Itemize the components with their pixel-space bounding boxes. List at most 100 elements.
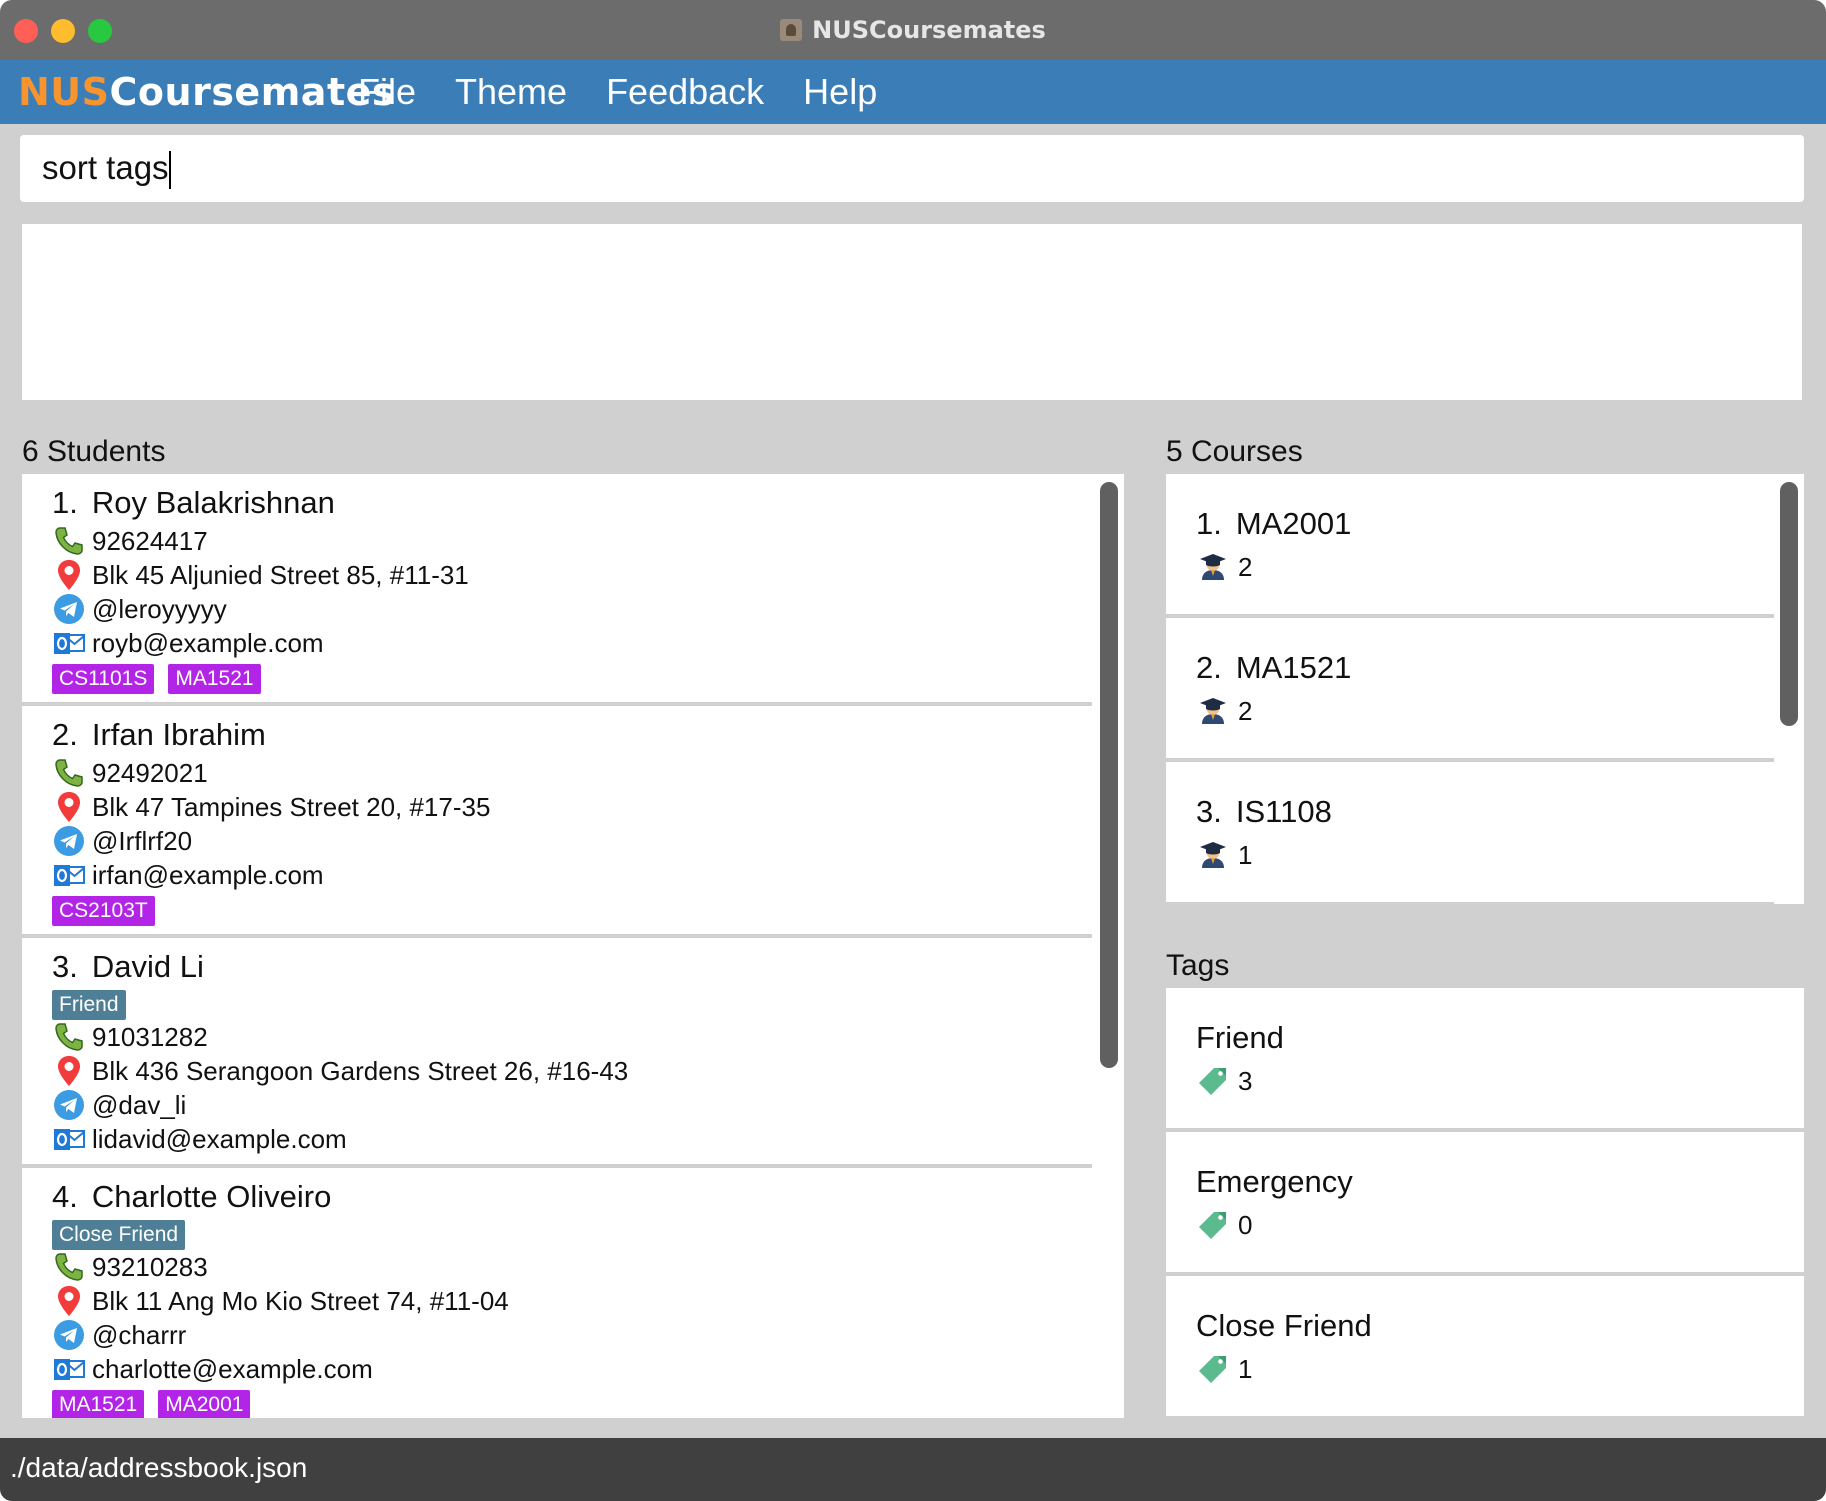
student-card[interactable]: 2. Irfan Ibrahim 92492021 Blk 47 Tampines…: [22, 706, 1092, 938]
outlook-mail-icon: [52, 1122, 86, 1156]
menu-theme[interactable]: Theme: [455, 71, 567, 113]
student-label-tags: Close Friend: [52, 1220, 1092, 1250]
window-title: NUSCoursemates: [812, 16, 1046, 44]
student-list-container: 1. Roy Balakrishnan 92624417 Blk 45 Aljun…: [22, 474, 1124, 1418]
course-card[interactable]: 1. MA2001 2: [1166, 474, 1774, 618]
student-list-scrollbar[interactable]: [1094, 474, 1124, 1418]
tag-card[interactable]: Friend 3: [1166, 988, 1804, 1132]
tag-icon: [1196, 1208, 1230, 1242]
student-phone: 92492021: [92, 757, 208, 788]
telegram-icon: [52, 824, 86, 858]
student-label-tags: Friend: [52, 990, 1092, 1020]
student-card[interactable]: 4. Charlotte Oliveiro Close Friend 932102…: [22, 1168, 1092, 1418]
student-phone-row: 92624417: [52, 524, 1092, 558]
student-phone: 91031282: [92, 1021, 208, 1052]
student-course-tag: MA1521: [52, 1390, 145, 1418]
tag-name: Emergency: [1196, 1164, 1353, 1199]
minimize-window-button[interactable]: [51, 19, 75, 43]
phone-icon: [52, 756, 86, 790]
student-address: Blk 436 Serangoon Gardens Street 26, #16…: [92, 1055, 629, 1086]
student-label-tag: Close Friend: [52, 1220, 186, 1250]
course-code: IS1108: [1235, 794, 1332, 829]
course-list-scroll-thumb[interactable]: [1780, 482, 1798, 726]
student-card[interactable]: 3. David Li Friend 91031282 Blk 436 Seran…: [22, 938, 1092, 1168]
course-list-container: 1. MA2001 2 2. MA1521 2 3. IS1108 1: [1166, 474, 1804, 904]
tag-name: Friend: [1196, 1020, 1284, 1055]
close-window-button[interactable]: [14, 19, 38, 43]
menu-bar: NUSCoursemates File Theme Feedback Help: [0, 60, 1826, 124]
student-course-tag: CS1101S: [52, 664, 155, 694]
telegram-icon: [52, 1088, 86, 1122]
telegram-icon: [52, 1318, 86, 1352]
courses-header: 5 Courses: [1166, 435, 1303, 468]
tag-name: Close Friend: [1196, 1308, 1372, 1343]
student-list-scroll-thumb[interactable]: [1100, 482, 1118, 1068]
student-email: charlotte@example.com: [92, 1353, 373, 1384]
student-list[interactable]: 1. Roy Balakrishnan 92624417 Blk 45 Aljun…: [22, 474, 1124, 1418]
student-name: Roy Balakrishnan: [91, 485, 335, 520]
brand-part-2: Coursemates: [109, 70, 396, 114]
tags-header: Tags: [1166, 949, 1230, 982]
tag-list-container: Friend 3 Emergency 0 Close Friend 1: [1166, 988, 1804, 1418]
student-telegram-row: @Irflrf20: [52, 824, 1092, 858]
menu-help[interactable]: Help: [803, 71, 877, 113]
student-email-row: royb@example.com: [52, 626, 1092, 660]
command-input[interactable]: sort tags: [20, 135, 1804, 202]
student-address-row: Blk 47 Tampines Street 20, #17-35: [52, 790, 1092, 824]
graduate-icon: [1196, 550, 1230, 584]
course-list-scrollbar[interactable]: [1774, 474, 1804, 904]
student-label-tag: Friend: [52, 990, 126, 1020]
title-bar: NUSCoursemates: [0, 0, 1826, 60]
tag-card[interactable]: Emergency 0: [1166, 1132, 1804, 1276]
student-address-row: Blk 11 Ang Mo Kio Street 74, #11-04: [52, 1284, 1092, 1318]
student-course-tag: MA2001: [158, 1390, 251, 1418]
student-address-row: Blk 436 Serangoon Gardens Street 26, #16…: [52, 1054, 1092, 1088]
course-card[interactable]: 3. IS1108 1: [1166, 762, 1774, 904]
student-name: Irfan Ibrahim: [91, 717, 266, 752]
student-name-line: 3. David Li: [52, 948, 1092, 986]
course-list[interactable]: 1. MA2001 2 2. MA1521 2 3. IS1108 1: [1166, 474, 1804, 904]
student-course-tag: MA1521: [168, 664, 261, 694]
command-text: sort tags: [42, 149, 169, 186]
phone-icon: [52, 524, 86, 558]
student-index: 4.: [52, 1179, 78, 1214]
text-caret: [168, 151, 171, 190]
tag-count-row: 3: [1196, 1064, 1804, 1098]
menu-file[interactable]: File: [358, 71, 416, 113]
student-email-row: charlotte@example.com: [52, 1352, 1092, 1386]
student-telegram: @charrr: [92, 1319, 187, 1350]
student-address-row: Blk 45 Aljunied Street 85, #11-31: [52, 558, 1092, 592]
student-telegram-row: @dav_li: [52, 1088, 1092, 1122]
student-index: 3.: [52, 949, 78, 984]
student-email: lidavid@example.com: [92, 1123, 347, 1154]
result-display: [22, 224, 1802, 400]
course-card[interactable]: 2. MA1521 2: [1166, 618, 1774, 762]
graduate-icon: [1196, 694, 1230, 728]
course-index: 1.: [1196, 506, 1222, 541]
data-file-path: ./data/addressbook.json: [10, 1452, 308, 1483]
student-index: 1.: [52, 485, 78, 520]
student-email-row: lidavid@example.com: [52, 1122, 1092, 1156]
course-student-count-row: 1: [1196, 838, 1774, 872]
tag-card[interactable]: Close Friend 1: [1166, 1276, 1804, 1418]
menu-feedback[interactable]: Feedback: [606, 71, 764, 113]
student-name-line: 1. Roy Balakrishnan: [52, 484, 1092, 522]
tag-count-row: 1: [1196, 1352, 1804, 1386]
course-code: MA2001: [1235, 506, 1352, 541]
student-email: royb@example.com: [92, 627, 324, 658]
student-course-tags: CS1101S MA1521: [52, 664, 1092, 694]
location-pin-icon: [52, 1284, 86, 1318]
student-email-row: irfan@example.com: [52, 858, 1092, 892]
student-course-tags: CS2103T: [52, 896, 1092, 926]
tag-student-count: 1: [1238, 1353, 1253, 1384]
student-phone: 92624417: [92, 525, 208, 556]
student-card[interactable]: 1. Roy Balakrishnan 92624417 Blk 45 Aljun…: [22, 474, 1092, 706]
location-pin-icon: [52, 1054, 86, 1088]
course-student-count: 2: [1238, 551, 1253, 582]
brand-part-1: NUS: [18, 70, 110, 114]
location-pin-icon: [52, 558, 86, 592]
student-name: David Li: [91, 949, 204, 984]
course-code: MA1521: [1235, 650, 1352, 685]
tag-list[interactable]: Friend 3 Emergency 0 Close Friend 1: [1166, 988, 1804, 1418]
zoom-window-button[interactable]: [88, 19, 112, 43]
